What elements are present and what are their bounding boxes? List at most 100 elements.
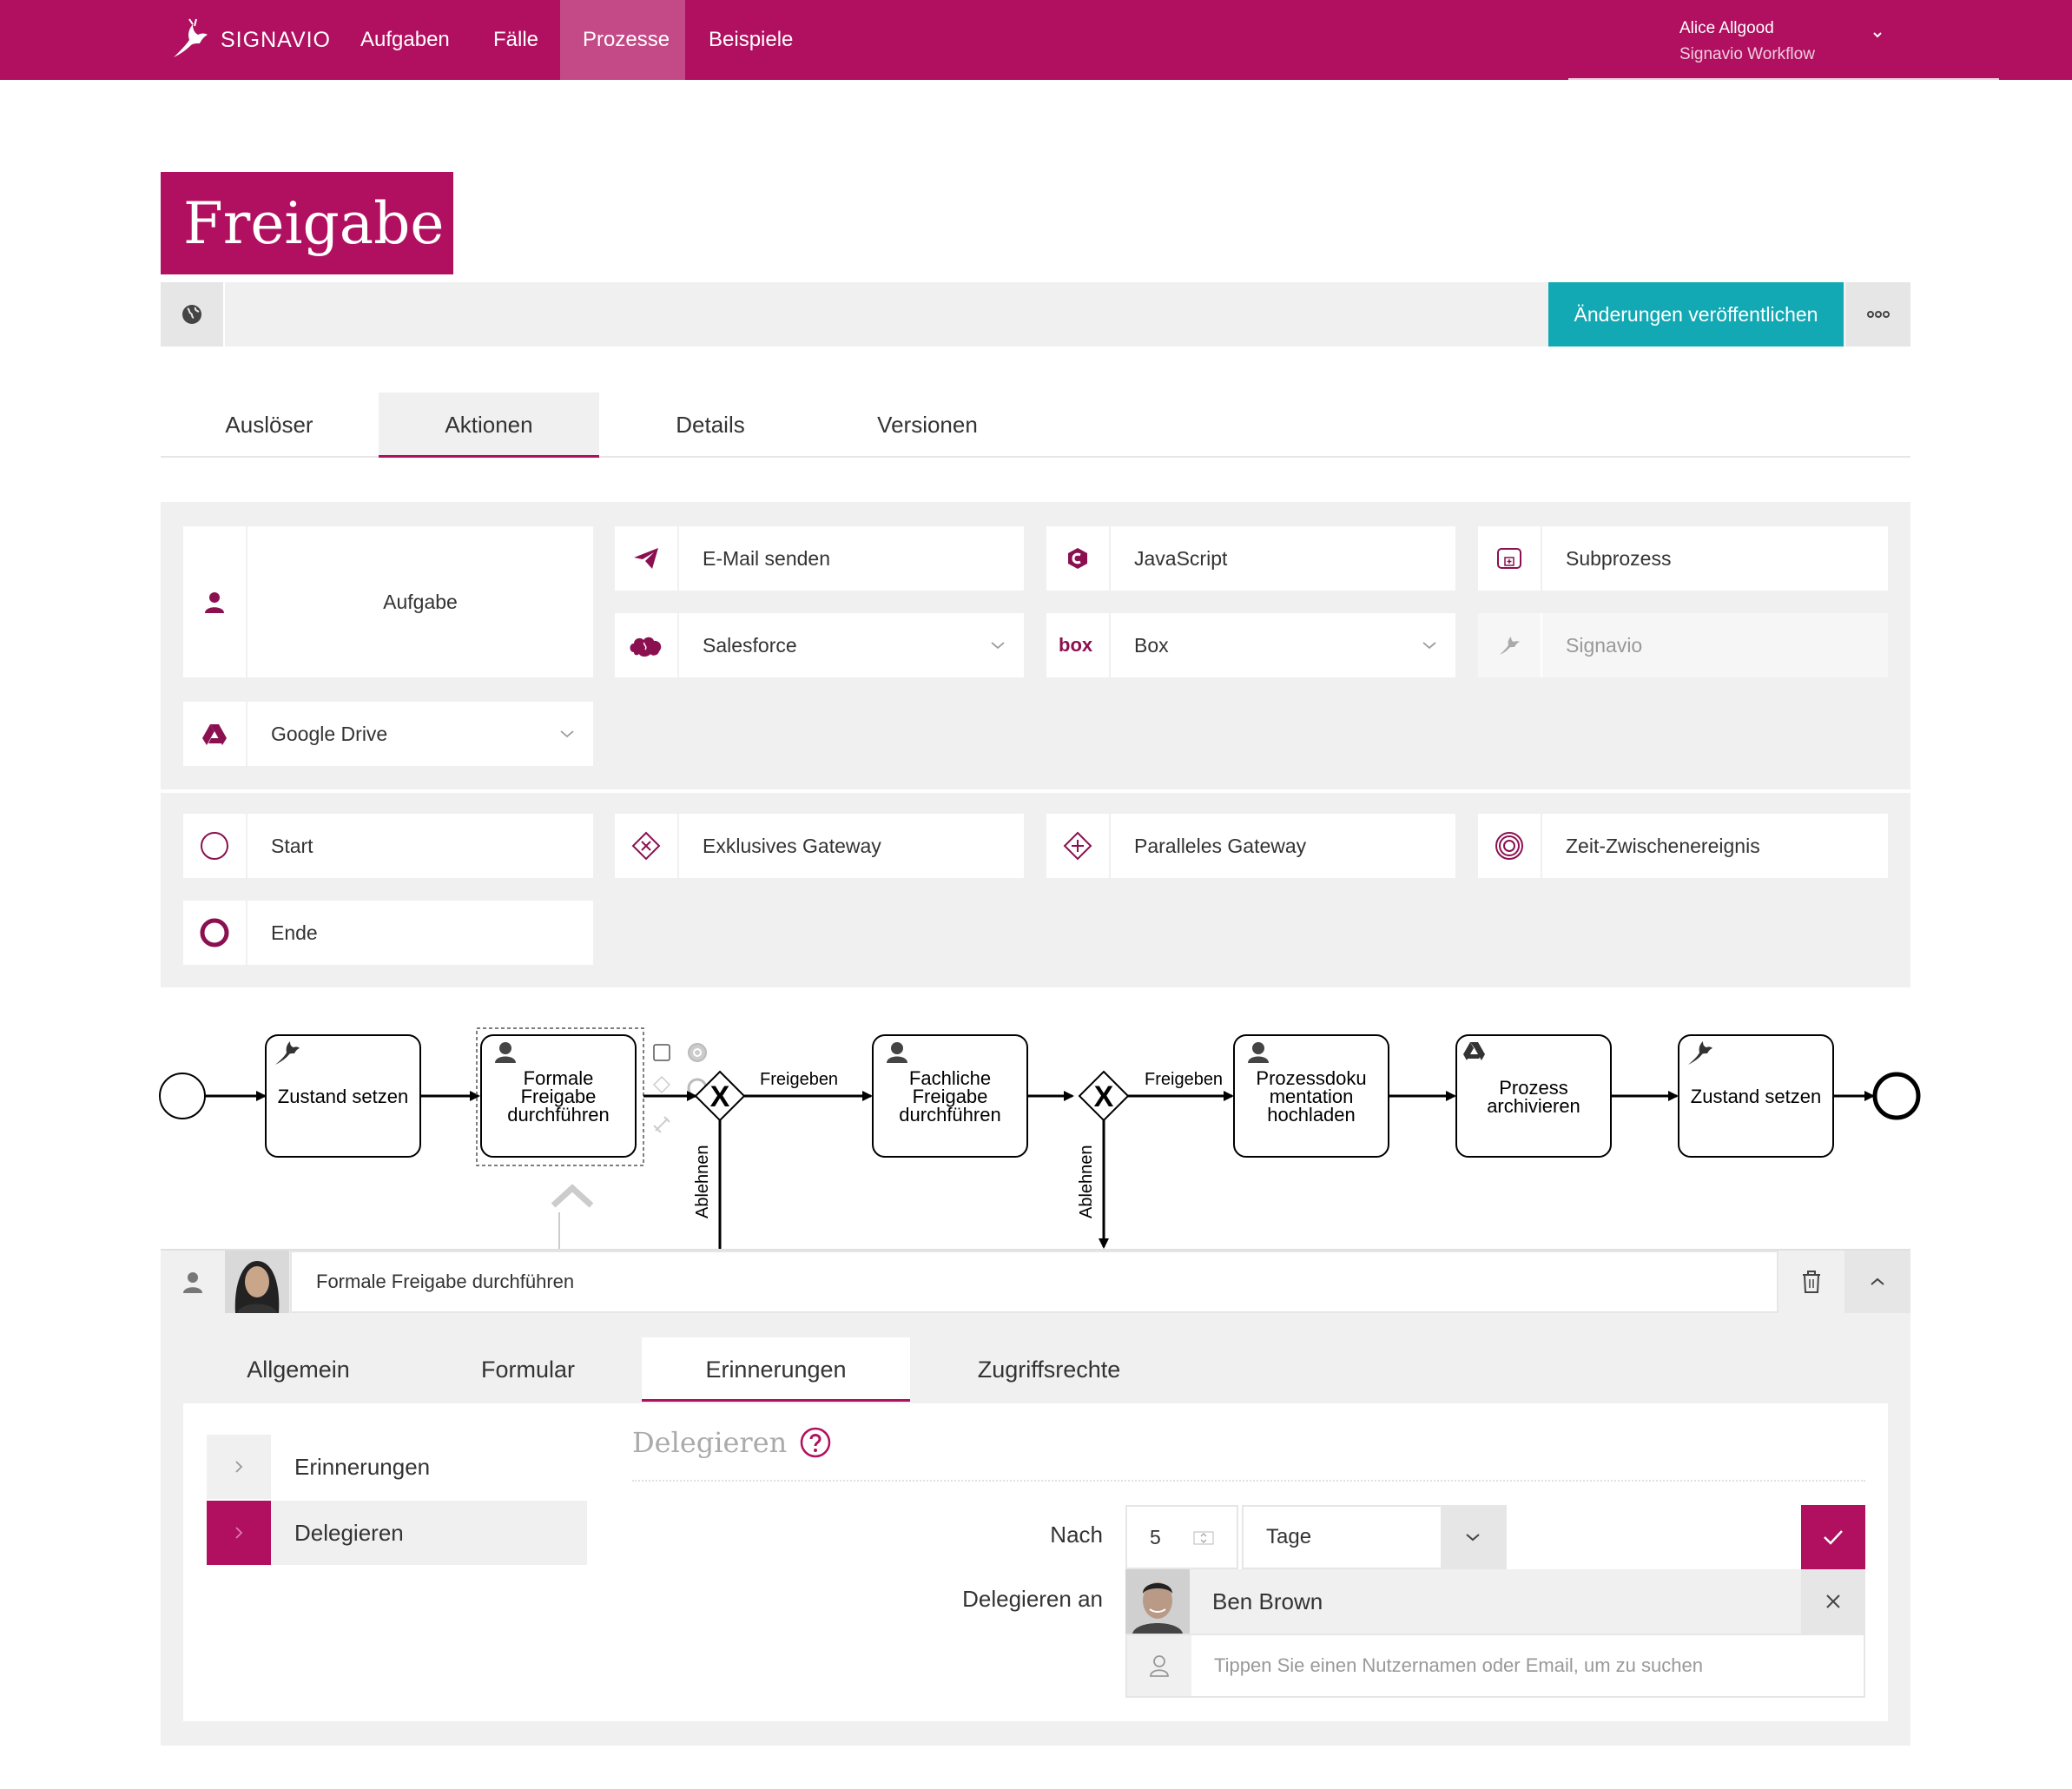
palette-label: JavaScript — [1134, 546, 1228, 570]
palette-item-timer-event[interactable]: Zeit-Zwischenereignis — [1478, 814, 1888, 878]
user-icon — [183, 526, 247, 677]
tab-formular[interactable]: Formular — [413, 1337, 643, 1402]
palette-item-exclusive-gateway[interactable]: Exklusives Gateway — [615, 814, 1024, 878]
top-navbar: SIGNAVIO Aufgaben Fälle Prozesse Beispie… — [0, 0, 2072, 80]
task-prozess-archivieren[interactable]: Prozess archivieren — [1455, 1034, 1612, 1158]
side-item-delegieren[interactable]: Delegieren — [207, 1501, 587, 1565]
exclusive-gateway-1[interactable]: X — [694, 1070, 746, 1122]
side-item-label: Delegieren — [294, 1519, 404, 1546]
task-label-line: durchführen — [899, 1104, 1000, 1126]
palette-item-salesforce[interactable]: Salesforce — [615, 613, 1024, 677]
flow-label-freigeben: Freigeben — [1145, 1070, 1223, 1089]
svg-text:box: box — [1059, 635, 1093, 656]
action-palette: Aufgabe E-Mail senden JavaScript Subproz… — [161, 502, 1910, 987]
collapse-button[interactable] — [1844, 1251, 1910, 1313]
chevron-right-icon — [207, 1501, 271, 1565]
palette-item-box[interactable]: box Box — [1046, 613, 1455, 677]
palette-label: Signavio — [1566, 633, 1643, 657]
salesforce-icon — [615, 613, 679, 677]
palette-separator — [161, 789, 1910, 793]
signavio-icon — [1478, 613, 1542, 677]
brand-logo[interactable]: SIGNAVIO — [167, 16, 331, 64]
palette-item-parallel-gateway[interactable]: Paralleles Gateway — [1046, 814, 1455, 878]
context-pad[interactable] — [652, 1043, 708, 1133]
box-icon: box — [1046, 613, 1111, 677]
globe-button[interactable] — [161, 282, 225, 347]
start-event[interactable] — [159, 1073, 206, 1119]
task-zustand-setzen-2[interactable]: Zustand setzen — [1678, 1034, 1834, 1158]
more-options-button[interactable] — [1846, 282, 1910, 347]
nav-beispiele[interactable]: Beispiele — [686, 0, 815, 80]
process-tabs: Auslöser Aktionen Details Versionen — [161, 393, 1910, 458]
task-formale-freigabe[interactable]: Formale Freigabe durchführen — [476, 1027, 644, 1166]
section-title-text: Delegieren — [632, 1426, 788, 1459]
palette-item-javascript[interactable]: JavaScript — [1046, 526, 1455, 591]
confirm-button[interactable] — [1801, 1505, 1865, 1569]
delegate-user-chip: Ben Brown — [1125, 1569, 1865, 1634]
start-event-icon — [183, 814, 247, 878]
exclusive-gateway-2[interactable]: X — [1078, 1070, 1130, 1122]
chevron-down-icon[interactable] — [972, 640, 1024, 650]
palette-label: Ende — [271, 921, 318, 944]
task-title-field[interactable]: Formale Freigabe durchführen — [290, 1251, 1778, 1313]
signavio-logo-icon — [174, 18, 208, 57]
add-gateway-icon — [652, 1075, 671, 1094]
avatar — [225, 1251, 289, 1313]
tab-versionen[interactable]: Versionen — [819, 393, 1036, 458]
delay-unit-select[interactable]: Tage — [1242, 1505, 1507, 1569]
process-diagram: Zustand setzen Formale Freigabe durchfüh… — [159, 1027, 1921, 1251]
page-title: Freigabe — [161, 172, 453, 274]
tab-zugriffsrechte[interactable]: Zugriffsrechte — [910, 1337, 1188, 1402]
palette-item-start[interactable]: Start — [183, 814, 593, 878]
tab-details[interactable]: Details — [602, 393, 819, 458]
end-event-icon — [183, 901, 247, 965]
paper-plane-icon — [615, 526, 679, 591]
tab-allgemein[interactable]: Allgemein — [183, 1337, 413, 1402]
add-task-icon — [653, 1044, 670, 1061]
nav-prozesse[interactable]: Prozesse — [560, 0, 685, 80]
palette-item-signavio: Signavio — [1478, 613, 1888, 677]
publish-changes-button[interactable]: Änderungen veröffentlichen — [1548, 282, 1844, 347]
task-label: Zustand setzen — [278, 1086, 408, 1107]
user-search-field — [1125, 1634, 1865, 1698]
end-event[interactable] — [1872, 1072, 1921, 1120]
delay-number-input[interactable]: 5 — [1125, 1505, 1238, 1569]
ellipsis-icon — [1867, 311, 1890, 318]
delegate-label: Delegieren an — [962, 1586, 1103, 1612]
process-toolbar: Änderungen veröffentlichen — [161, 282, 1910, 347]
task-prozessdokumentation[interactable]: Prozessdoku mentation hochladen — [1233, 1034, 1389, 1158]
palette-label: Start — [271, 834, 313, 857]
flow-label-ablehnen: Ablehnen — [1077, 1145, 1096, 1218]
task-label-line: durchführen — [507, 1104, 609, 1126]
stepper-icon[interactable] — [1193, 1531, 1214, 1545]
flow-label-ablehnen: Ablehnen — [693, 1145, 712, 1218]
tab-ausloeser[interactable]: Auslöser — [161, 393, 378, 458]
delete-button[interactable] — [1778, 1251, 1844, 1313]
nav-underline — [1568, 78, 1999, 80]
palette-item-subprozess[interactable]: Subprozess — [1478, 526, 1888, 591]
chevron-down-icon[interactable] — [1867, 24, 1888, 45]
nav-aufgaben[interactable]: Aufgaben — [338, 0, 472, 80]
user-menu[interactable]: Alice Allgood Signavio Workflow — [1679, 16, 1815, 68]
palette-item-email[interactable]: E-Mail senden — [615, 526, 1024, 591]
task-fachliche-freigabe[interactable]: Fachliche Freigabe durchführen — [872, 1034, 1028, 1158]
nav-faelle[interactable]: Fälle — [471, 0, 561, 80]
tab-erinnerungen[interactable]: Erinnerungen — [642, 1337, 910, 1402]
palette-item-end[interactable]: Ende — [183, 901, 593, 965]
gateway-mark: X — [1094, 1080, 1114, 1113]
exclusive-gateway-icon — [615, 814, 679, 878]
chevron-down-icon[interactable] — [541, 729, 593, 739]
palette-item-google-drive[interactable]: Google Drive — [183, 702, 593, 766]
task-zustand-setzen-1[interactable]: Zustand setzen — [265, 1034, 421, 1158]
remove-user-button[interactable] — [1801, 1569, 1865, 1634]
palette-item-aufgabe[interactable]: Aufgabe — [183, 526, 593, 677]
parallel-gateway-icon — [1046, 814, 1111, 878]
section-divider — [632, 1480, 1865, 1482]
side-item-erinnerungen[interactable]: Erinnerungen — [207, 1435, 587, 1499]
user-search-input[interactable] — [1191, 1635, 1864, 1696]
help-icon[interactable] — [799, 1426, 832, 1459]
chevron-down-icon[interactable] — [1403, 640, 1455, 650]
task-detail-header: Formale Freigabe durchführen — [161, 1249, 1910, 1313]
tab-aktionen[interactable]: Aktionen — [379, 393, 599, 458]
chevron-down-icon[interactable] — [1441, 1507, 1505, 1568]
